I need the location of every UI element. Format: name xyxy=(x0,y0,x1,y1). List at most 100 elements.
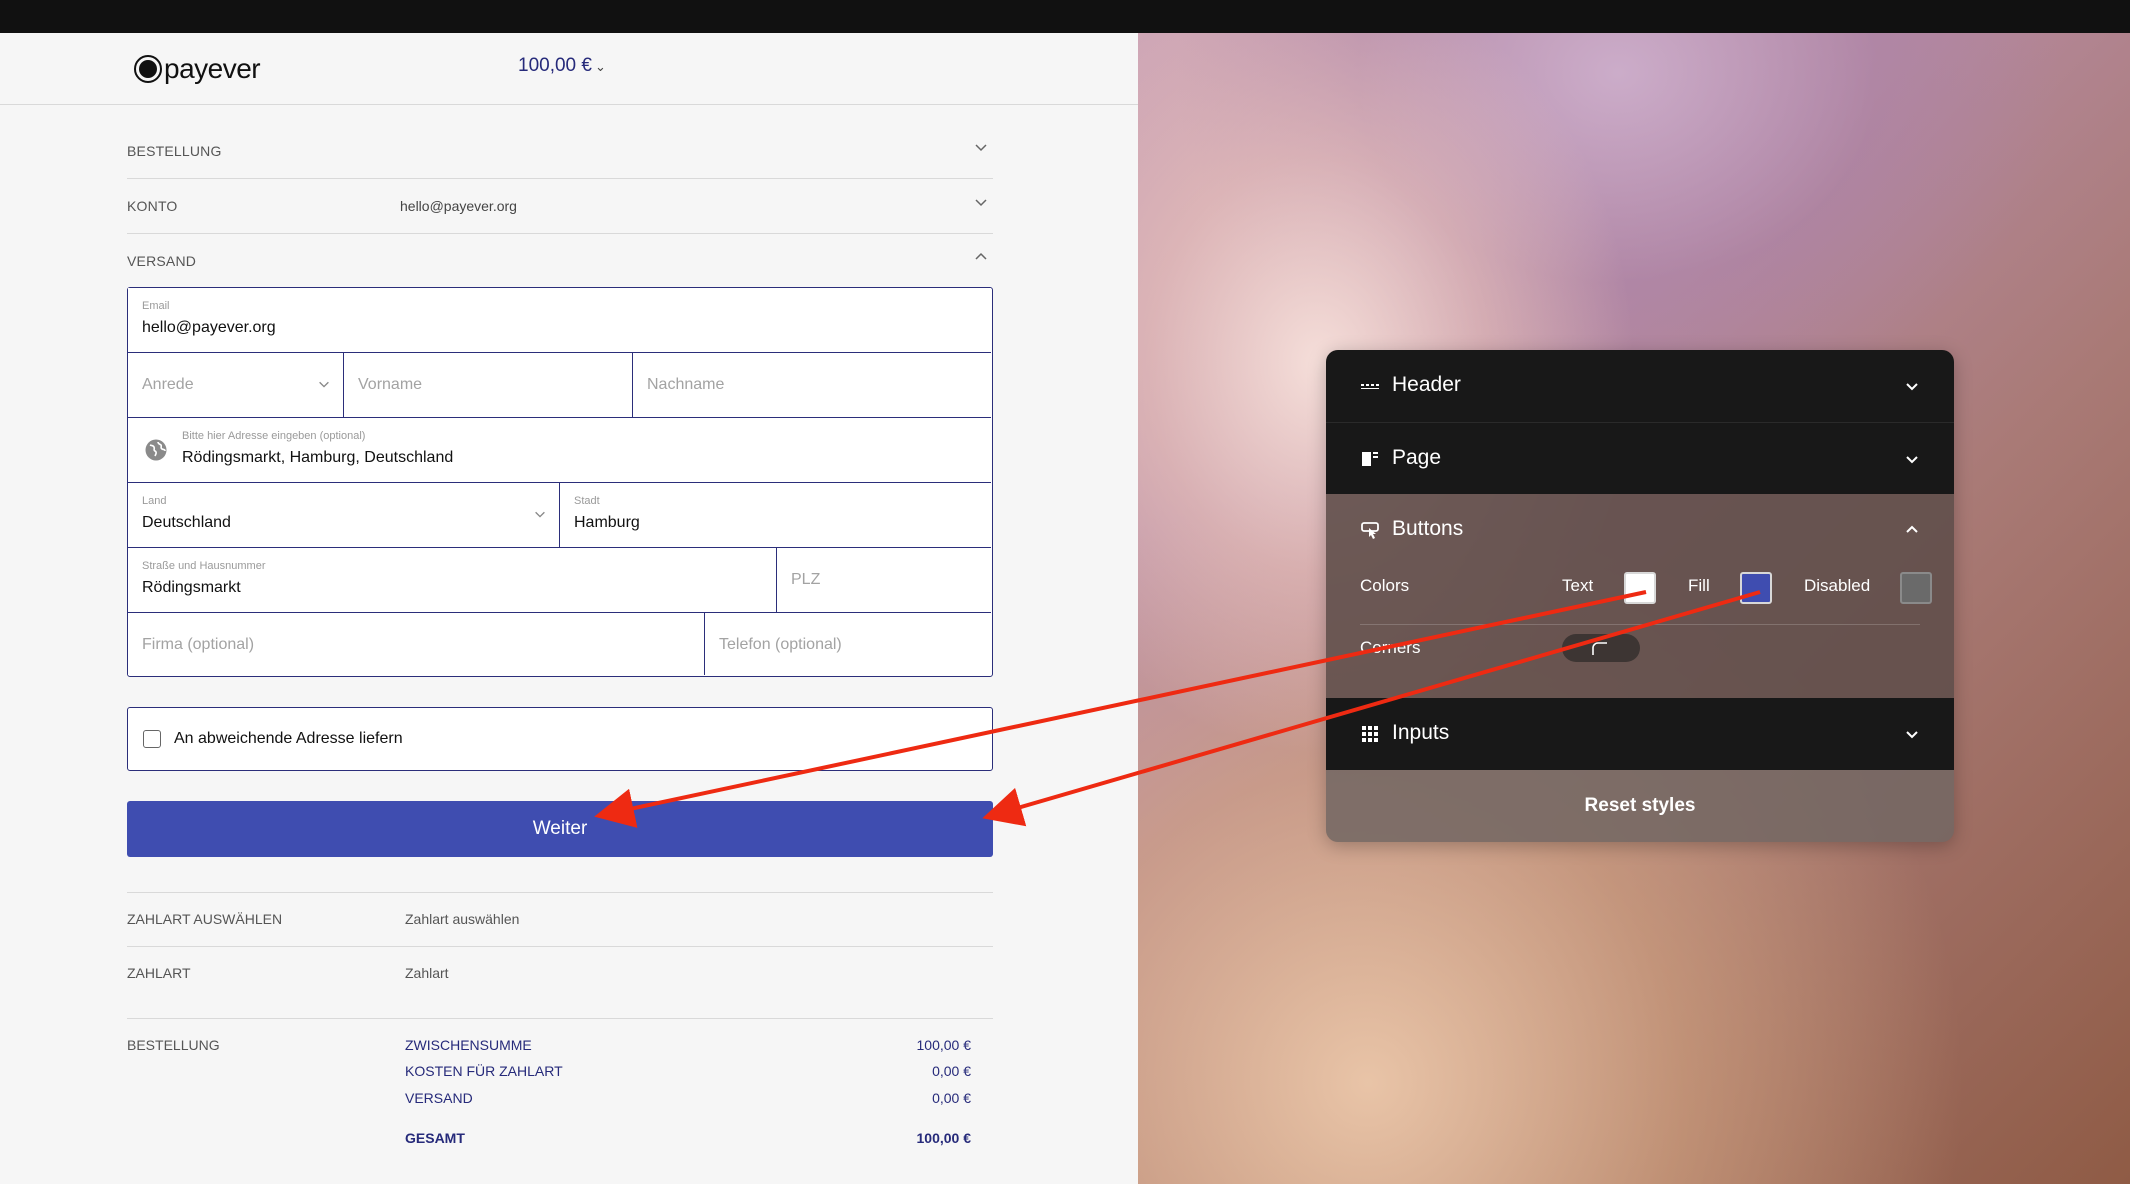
field-label: Bitte hier Adresse eingeben (optional) xyxy=(182,430,366,442)
summary-key: ZWISCHENSUMME xyxy=(405,1037,532,1053)
disabled-color-label: Disabled xyxy=(1804,576,1871,595)
order-summary: BESTELLUNG ZWISCHENSUMME 100,00 € KOSTEN… xyxy=(127,1018,993,1146)
vorname-field[interactable]: Vorname xyxy=(344,353,633,418)
section-label: ZAHLART xyxy=(127,965,191,981)
amount-value: 100,00 € xyxy=(518,55,592,76)
section-label: BESTELLUNG xyxy=(127,143,222,159)
chevron-down-icon xyxy=(1904,726,1920,742)
weiter-button[interactable]: Weiter xyxy=(127,801,993,857)
text-color-swatch[interactable] xyxy=(1624,572,1656,604)
panel-section-label: Header xyxy=(1392,373,1461,396)
button-pointer-icon xyxy=(1360,520,1382,542)
nachname-field[interactable]: Nachname xyxy=(633,353,991,418)
disabled-color-swatch[interactable] xyxy=(1900,572,1932,604)
plz-field[interactable]: PLZ xyxy=(777,548,991,613)
summary-amount: 100,00 € xyxy=(916,1037,972,1053)
section-label: ZAHLART AUSWÄHLEN xyxy=(127,911,283,927)
summary-key: VERSAND xyxy=(405,1090,473,1106)
address-search-field[interactable]: Bitte hier Adresse eingeben (optional) R… xyxy=(128,418,991,483)
telefon-field[interactable]: Telefon (optional) xyxy=(705,613,991,675)
panel-section-page[interactable]: Page xyxy=(1326,422,1954,494)
section-value: Zahlart auswählen xyxy=(405,911,520,927)
chevron-down-icon xyxy=(317,377,331,391)
chevron-up-icon[interactable] xyxy=(973,249,989,265)
alt-address-option[interactable]: An abweichende Adresse liefern xyxy=(127,707,993,771)
panel-section-inputs[interactable]: Inputs xyxy=(1326,698,1954,770)
section-versand[interactable]: VERSAND xyxy=(127,235,993,289)
section-value: Zahlart xyxy=(405,965,449,981)
corners-label: Corners xyxy=(1360,638,1421,657)
alt-address-checkbox[interactable] xyxy=(143,730,161,748)
chevron-down-icon: ⌄ xyxy=(594,59,606,74)
section-zahlart-auswaehlen[interactable]: ZAHLART AUSWÄHLEN Zahlart auswählen xyxy=(127,892,993,946)
chevron-up-icon[interactable] xyxy=(1904,522,1920,538)
panel-section-header[interactable]: Header xyxy=(1326,350,1954,422)
summary-key: KOSTEN FÜR ZAHLART xyxy=(405,1063,563,1079)
stadt-field[interactable]: Stadt Hamburg xyxy=(560,483,991,548)
anrede-select[interactable]: Anrede xyxy=(128,353,344,418)
divider xyxy=(1360,624,1920,625)
top-bar xyxy=(0,0,2130,33)
logo-text: payever xyxy=(164,53,261,84)
chevron-down-icon xyxy=(533,507,547,521)
logo-mark-icon xyxy=(134,55,162,83)
field-placeholder: Nachname xyxy=(647,376,725,393)
section-label: KONTO xyxy=(127,198,178,214)
page-layout-icon xyxy=(1360,449,1380,469)
field-value: Deutschland xyxy=(142,514,231,531)
field-value: Hamburg xyxy=(574,514,640,531)
chevron-down-icon[interactable] xyxy=(973,139,989,155)
field-placeholder: Vorname xyxy=(358,376,423,393)
summary-amount: 0,00 € xyxy=(932,1090,971,1106)
payever-logo[interactable]: payever xyxy=(134,53,261,85)
strasse-field[interactable]: Straße und Hausnummer Rödingsmarkt xyxy=(128,548,777,613)
field-value: Rödingsmarkt xyxy=(142,579,241,596)
chevron-down-icon[interactable] xyxy=(973,194,989,210)
summary-label: BESTELLUNG xyxy=(127,1037,220,1053)
reset-styles-label: Reset styles xyxy=(1584,795,1696,816)
panel-section-label[interactable]: Buttons xyxy=(1392,517,1463,541)
panel-section-label: Page xyxy=(1392,446,1442,469)
shipping-form: Email hello@payever.org Anrede Vorname N… xyxy=(127,287,993,677)
section-value: hello@payever.org xyxy=(400,198,517,214)
field-value: Rödingsmarkt, Hamburg, Deutschland xyxy=(182,449,454,466)
land-select[interactable]: Land Deutschland xyxy=(128,483,560,548)
checkout-header: payever 100,00 € ⌄ xyxy=(0,33,1138,105)
summary-amount: 0,00 € xyxy=(932,1063,971,1079)
field-placeholder: Telefon (optional) xyxy=(719,636,842,653)
reset-styles-button[interactable]: Reset styles xyxy=(1326,770,1954,842)
field-label: Stadt xyxy=(574,495,600,507)
field-placeholder: Anrede xyxy=(142,376,194,393)
summary-total-amount: 100,00 € xyxy=(916,1130,972,1146)
section-label: VERSAND xyxy=(127,253,197,269)
chevron-down-icon xyxy=(1904,378,1920,394)
chevron-down-icon xyxy=(1904,451,1920,467)
header-layout-icon xyxy=(1360,376,1380,396)
summary-total-key: GESAMT xyxy=(405,1130,465,1146)
field-label: Email xyxy=(142,300,170,312)
fill-color-label: Fill xyxy=(1688,576,1710,595)
section-zahlart[interactable]: ZAHLART Zahlart xyxy=(127,946,993,1000)
field-value: hello@payever.org xyxy=(142,319,276,336)
corners-toggle[interactable] xyxy=(1562,634,1640,662)
panel-section-label: Inputs xyxy=(1392,721,1450,744)
grid-icon xyxy=(1360,724,1380,744)
alt-address-label: An abweichende Adresse liefern xyxy=(174,730,403,747)
fill-color-swatch[interactable] xyxy=(1740,572,1772,604)
globe-icon xyxy=(144,438,168,462)
field-placeholder: PLZ xyxy=(791,571,821,588)
panel-section-buttons: Buttons Colors Text Fill Disabled Corner… xyxy=(1326,494,1954,698)
rounded-corner-icon xyxy=(1592,642,1607,655)
field-label: Straße und Hausnummer xyxy=(142,560,266,572)
colors-label: Colors xyxy=(1360,576,1410,595)
style-panel: Header Page Buttons Colors Text Fill Dis… xyxy=(1326,350,1954,842)
section-konto[interactable]: KONTO hello@payever.org xyxy=(127,180,993,234)
section-bestellung[interactable]: BESTELLUNG xyxy=(127,125,993,179)
firma-field[interactable]: Firma (optional) xyxy=(128,613,705,675)
email-field[interactable]: Email hello@payever.org xyxy=(128,288,991,353)
checkout-page: payever 100,00 € ⌄ BESTELLUNG KONTO hello… xyxy=(0,33,1138,1184)
field-label: Land xyxy=(142,495,167,507)
amount-dropdown[interactable]: 100,00 € ⌄ xyxy=(518,55,606,77)
text-color-label: Text xyxy=(1562,576,1594,595)
field-placeholder: Firma (optional) xyxy=(142,636,255,653)
